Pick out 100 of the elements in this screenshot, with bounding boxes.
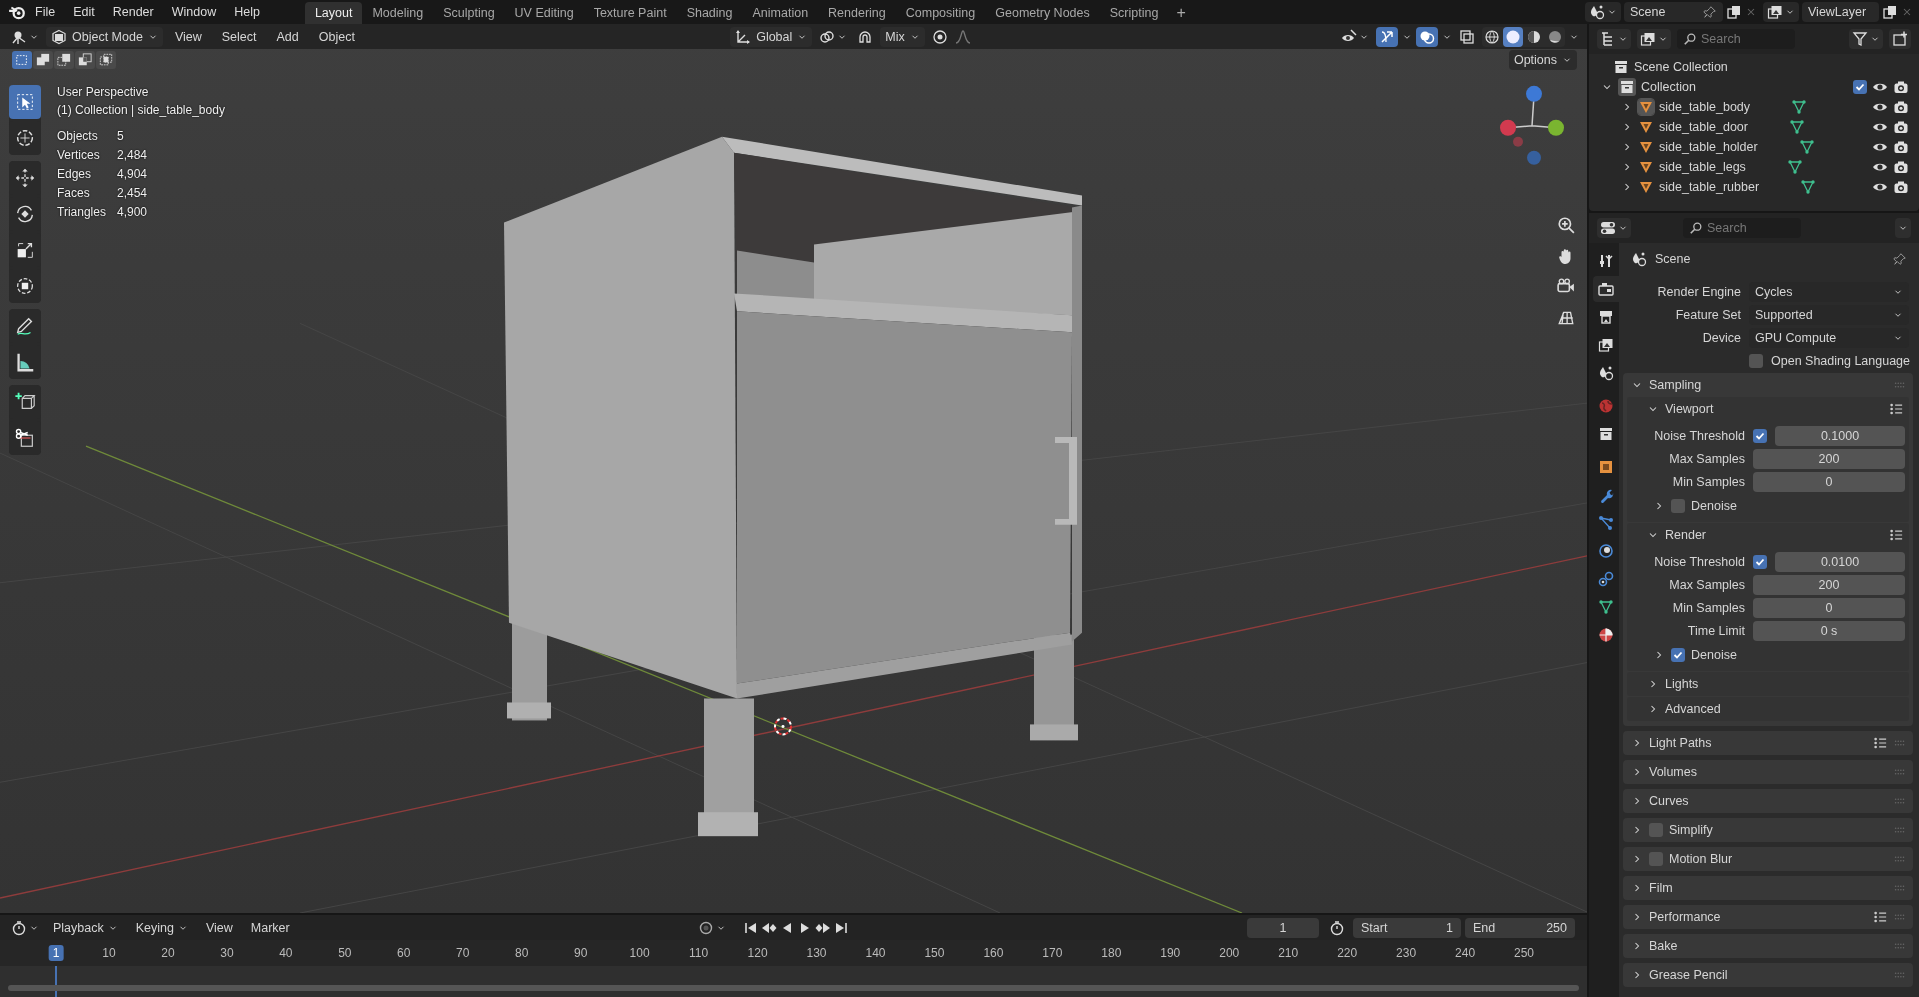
panel-title[interactable]: Simplify bbox=[1669, 823, 1713, 837]
menu-item[interactable]: Marker bbox=[243, 917, 297, 938]
panel-title[interactable]: Motion Blur bbox=[1669, 852, 1733, 866]
camera-icon[interactable] bbox=[1893, 159, 1909, 175]
number-field[interactable]: 0 bbox=[1753, 471, 1905, 492]
camera-icon[interactable] bbox=[1893, 99, 1909, 115]
new-collection-button[interactable] bbox=[1889, 29, 1911, 49]
menu-item[interactable]: Window bbox=[162, 1, 226, 23]
menu-item[interactable]: Render bbox=[103, 1, 163, 23]
checkbox[interactable] bbox=[1853, 80, 1867, 94]
panel-title[interactable]: Film bbox=[1649, 881, 1673, 895]
workspace-tab[interactable]: Compositing bbox=[895, 2, 986, 24]
menu-item[interactable]: Edit bbox=[64, 1, 104, 23]
menu-item[interactable]: View bbox=[198, 917, 240, 938]
panel-title[interactable]: Volumes bbox=[1649, 765, 1697, 779]
menu-item[interactable]: Select bbox=[213, 26, 265, 47]
snap-target-dropdown[interactable]: Mix bbox=[880, 26, 925, 47]
camera-icon[interactable] bbox=[1893, 119, 1909, 135]
camera-icon[interactable] bbox=[1893, 179, 1909, 195]
workspace-tab[interactable]: Shading bbox=[676, 2, 743, 24]
number-field[interactable]: 0.0100 bbox=[1775, 551, 1905, 572]
panel-title[interactable]: Grease Pencil bbox=[1649, 968, 1728, 982]
dropdown[interactable]: Supported bbox=[1749, 304, 1909, 325]
overlays-toggle[interactable] bbox=[1416, 26, 1438, 47]
number-field[interactable]: 0 bbox=[1753, 597, 1905, 618]
workspace-tab[interactable]: UV Editing bbox=[504, 2, 584, 24]
tree-item[interactable]: Collection bbox=[1641, 80, 1696, 94]
panel-title[interactable]: Curves bbox=[1649, 794, 1689, 808]
options-dropdown[interactable]: Options bbox=[1508, 50, 1577, 70]
search-field[interactable]: Search bbox=[1683, 218, 1801, 238]
render-tab[interactable] bbox=[1593, 276, 1619, 302]
tree-item[interactable]: side_table_holder bbox=[1659, 140, 1758, 154]
view-layer-browse-button[interactable] bbox=[1763, 2, 1799, 22]
select-box-tool[interactable] bbox=[9, 85, 41, 119]
checkbox[interactable] bbox=[1753, 428, 1767, 443]
editor-type-button[interactable] bbox=[1597, 218, 1631, 238]
start-frame-field[interactable]: Start 1 bbox=[1353, 917, 1461, 938]
panel-title[interactable]: Viewport bbox=[1665, 402, 1714, 416]
number-field[interactable]: 0 s bbox=[1753, 620, 1905, 641]
search-field[interactable]: Search bbox=[1677, 29, 1795, 49]
stopwatch-icon[interactable] bbox=[1329, 919, 1345, 936]
tree-item[interactable]: Scene Collection bbox=[1634, 60, 1728, 74]
scrollbar[interactable] bbox=[8, 985, 1579, 991]
panel-title[interactable]: Render bbox=[1665, 528, 1706, 542]
checkbox[interactable] bbox=[1671, 499, 1685, 513]
select-mode-button[interactable] bbox=[54, 51, 74, 69]
menu-item[interactable]: Object bbox=[310, 26, 363, 47]
workspace-tab[interactable]: Scripting bbox=[1099, 2, 1169, 24]
number-field[interactable]: 0.1000 bbox=[1775, 425, 1905, 446]
tree-item[interactable]: side_table_door bbox=[1659, 120, 1748, 134]
number-field[interactable]: 200 bbox=[1753, 574, 1905, 595]
dropdown[interactable]: GPU Compute bbox=[1749, 327, 1909, 348]
tree-item[interactable]: side_table_legs bbox=[1659, 160, 1746, 174]
dropdown[interactable]: Cycles bbox=[1749, 281, 1909, 302]
presets-icon[interactable] bbox=[1889, 402, 1903, 416]
panel-title[interactable]: Denoise bbox=[1691, 648, 1737, 662]
current-frame-field[interactable]: 1 bbox=[1247, 917, 1319, 938]
checkbox[interactable] bbox=[1649, 852, 1663, 866]
pin-icon[interactable] bbox=[1703, 5, 1717, 19]
view-layer-field[interactable]: ViewLayer bbox=[1802, 2, 1879, 22]
tree-item[interactable]: side_table_rubber bbox=[1659, 180, 1760, 194]
panel-title[interactable]: Sampling bbox=[1649, 378, 1702, 392]
select-mode-button[interactable] bbox=[75, 51, 95, 69]
panel-title[interactable]: Bake bbox=[1649, 939, 1678, 953]
checkbox[interactable] bbox=[1649, 823, 1663, 837]
select-mode-button[interactable] bbox=[33, 51, 53, 69]
close-icon[interactable] bbox=[1745, 6, 1757, 18]
close-icon[interactable] bbox=[1901, 6, 1913, 18]
panel-title[interactable]: Lights bbox=[1665, 677, 1699, 691]
workspace-tab[interactable]: Texture Paint bbox=[583, 2, 677, 24]
camera-icon[interactable] bbox=[1893, 139, 1909, 155]
orientation-dropdown[interactable]: Global bbox=[730, 26, 813, 47]
tree-item[interactable]: side_table_body bbox=[1659, 100, 1751, 114]
number-field[interactable]: 200 bbox=[1753, 448, 1905, 469]
workspace-tab[interactable]: Modeling bbox=[362, 2, 434, 24]
display-mode-button[interactable] bbox=[1637, 29, 1671, 49]
checkbox[interactable] bbox=[1749, 353, 1763, 368]
checkbox[interactable] bbox=[1753, 554, 1767, 569]
checkbox-label[interactable]: Open Shading Language bbox=[1771, 353, 1910, 368]
workspace-tab[interactable]: Animation bbox=[742, 2, 819, 24]
filter-button[interactable] bbox=[1849, 29, 1883, 49]
menu-item[interactable]: Keying bbox=[128, 917, 195, 938]
workspace-tab[interactable]: Geometry Nodes bbox=[985, 2, 1100, 24]
select-mode-button[interactable] bbox=[96, 51, 116, 69]
select-mode-button[interactable] bbox=[12, 51, 32, 69]
solid-shading-button[interactable] bbox=[1503, 26, 1523, 47]
menu-item[interactable]: File bbox=[26, 1, 65, 23]
add-workspace-button[interactable]: + bbox=[1168, 2, 1194, 24]
panel-title[interactable]: Performance bbox=[1649, 910, 1721, 924]
workspace-tab[interactable]: Sculpting bbox=[433, 2, 505, 24]
copy-icon[interactable] bbox=[1726, 4, 1742, 20]
zoom-icon[interactable] bbox=[1557, 216, 1575, 234]
presets-icon[interactable] bbox=[1873, 910, 1887, 924]
mode-dropdown[interactable]: Object Mode bbox=[46, 26, 163, 47]
checkbox[interactable] bbox=[1671, 648, 1685, 662]
menu-item[interactable]: Add bbox=[268, 26, 307, 47]
workspace-tab[interactable]: Rendering bbox=[818, 2, 896, 24]
menu-item[interactable]: Help bbox=[225, 1, 269, 23]
gizmo-toggle[interactable] bbox=[1376, 26, 1398, 47]
scene-browse-button[interactable] bbox=[1585, 2, 1621, 22]
